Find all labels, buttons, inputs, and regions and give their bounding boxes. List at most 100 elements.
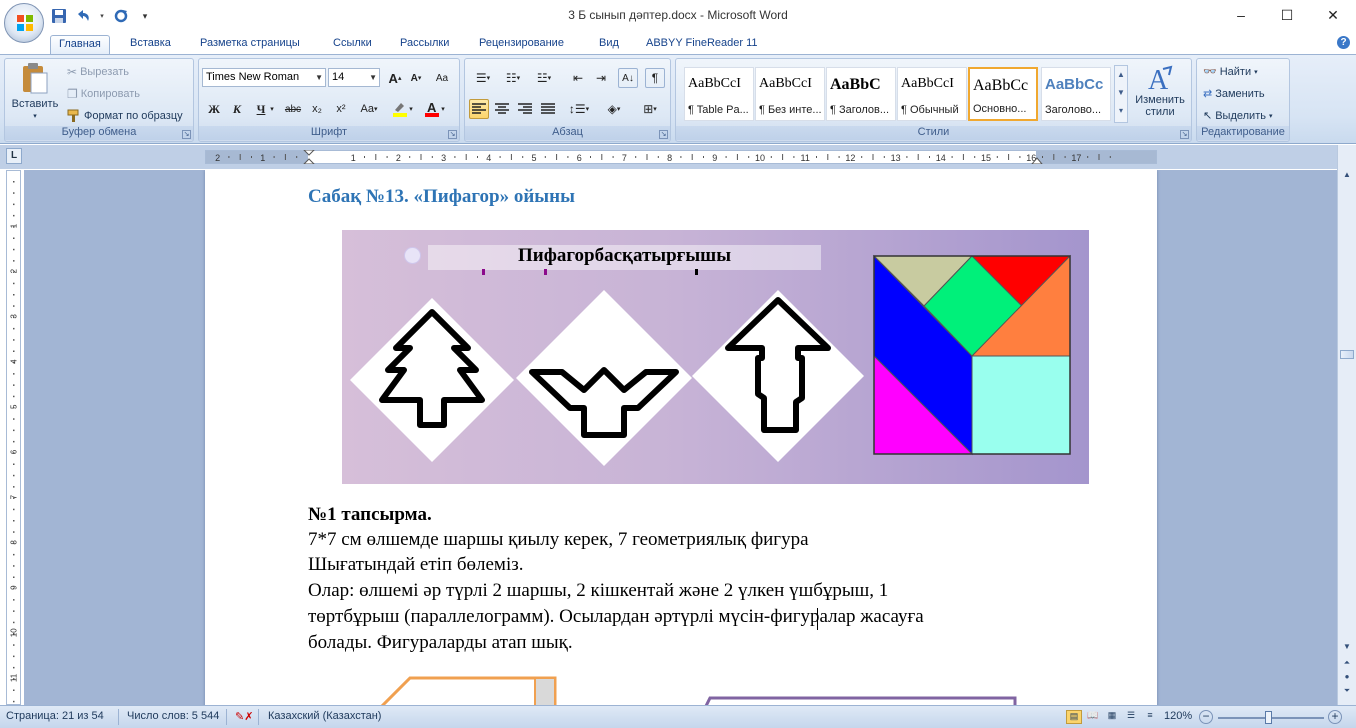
text-cursor <box>817 608 818 630</box>
next-page-icon[interactable]: ⏷ <box>1341 685 1353 697</box>
document-page[interactable]: Сабақ №13. «Пифагор» ойыны Пифагорбасқат… <box>205 170 1157 705</box>
zoom-slider-thumb[interactable] <box>1265 711 1272 724</box>
prev-page-icon[interactable]: ⏶ <box>1341 657 1353 669</box>
copy-icon: ❐ <box>67 87 78 101</box>
style-preview: AaBbCc <box>1045 76 1104 93</box>
grow-font-button[interactable]: A ▴ <box>385 68 405 88</box>
bullets-icon: ☰ <box>475 71 487 85</box>
copy-button[interactable]: ❐ Копировать <box>67 87 140 101</box>
align-left-button[interactable] <box>469 99 489 119</box>
full-screen-reading-icon[interactable]: 📖 <box>1085 710 1101 724</box>
vertical-ruler-tick <box>13 339 15 341</box>
right-indent-marker-icon[interactable] <box>1031 156 1043 164</box>
style-table-paragraph[interactable]: AaBbCcI ¶ Table Pa... <box>684 67 754 121</box>
outline-icon[interactable]: ☰ <box>1123 710 1139 724</box>
vertical-ruler-tick <box>13 576 15 578</box>
change-styles-button[interactable]: A Изменить стили <box>1132 63 1188 118</box>
increase-indent-button[interactable]: ⇥ <box>591 68 611 88</box>
style-heading-1[interactable]: AaBbC ¶ Заголов... <box>826 67 896 121</box>
subscript-button[interactable]: x₂ <box>307 99 327 119</box>
font-color-button[interactable]: A ▾ <box>421 99 447 119</box>
underline-dropdown-icon[interactable]: ▾ <box>267 99 277 119</box>
superscript-button[interactable]: x² <box>331 99 351 119</box>
vertical-ruler-number: 10 <box>10 628 19 637</box>
italic-button[interactable]: К <box>227 99 247 119</box>
clear-format-button[interactable]: Aa <box>432 68 452 88</box>
language-indicator[interactable]: Казахский (Казахстан) <box>268 710 381 722</box>
style-normal[interactable]: AaBbCcI ¶ Обычный <box>897 67 967 121</box>
styles-scroll[interactable]: ▲ ▼ ▾ <box>1114 65 1128 123</box>
style-preview: AaBbC <box>830 76 881 93</box>
web-layout-icon[interactable]: ▦ <box>1104 710 1120 724</box>
tab-view[interactable]: Вид <box>591 35 627 54</box>
align-center-button[interactable] <box>492 99 512 119</box>
paragraph-launcher-icon[interactable]: ↘ <box>659 130 668 139</box>
styles-launcher-icon[interactable]: ↘ <box>1180 130 1189 139</box>
change-case-button[interactable]: Aa ▾ <box>356 99 382 119</box>
paste-button[interactable]: Вставить ▾ <box>8 62 62 126</box>
bullets-button[interactable]: ☰ ▾ <box>469 68 497 88</box>
numbering-button[interactable]: ☷ ▾ <box>499 68 527 88</box>
close-button[interactable]: ✕ <box>1310 0 1356 30</box>
zoom-level[interactable]: 120% <box>1164 710 1192 722</box>
cut-button[interactable]: ✂ Вырезать <box>67 65 129 79</box>
tab-insert[interactable]: Вставка <box>122 35 179 54</box>
multilevel-list-button[interactable]: ☳ ▾ <box>529 68 559 88</box>
horizontal-ruler[interactable]: 2 1 1 2 3 4 5 6 7 8 9 10 11 12 13 14 15 16 17 <box>205 150 1157 164</box>
scroll-thumb[interactable] <box>1340 350 1354 359</box>
bold-button[interactable]: Ж <box>204 99 224 119</box>
puzzle-image[interactable]: Пифагорбасқатырғышы <box>342 230 1089 484</box>
highlight-button[interactable]: ▾ <box>389 99 415 119</box>
clipboard-launcher-icon[interactable]: ↘ <box>182 130 191 139</box>
justify-button[interactable] <box>538 99 558 119</box>
font-launcher-icon[interactable]: ↘ <box>448 130 457 139</box>
tab-review[interactable]: Рецензирование <box>471 35 572 54</box>
view-buttons: ▤ 📖 ▦ ☰ ≡ <box>1066 710 1158 724</box>
maximize-button[interactable]: ☐ <box>1264 0 1310 30</box>
print-layout-icon[interactable]: ▤ <box>1066 710 1082 724</box>
page-counter[interactable]: Страница: 21 из 54 <box>6 710 104 722</box>
zoom-in-icon[interactable]: + <box>1328 710 1342 724</box>
vertical-ruler-tick <box>13 452 15 454</box>
sort-button[interactable]: A↓ <box>618 68 638 88</box>
zoom-out-icon[interactable]: − <box>1199 710 1213 724</box>
scroll-down-icon[interactable]: ▼ <box>1341 641 1353 653</box>
draft-icon[interactable]: ≡ <box>1142 710 1158 724</box>
office-button[interactable] <box>4 3 44 43</box>
tab-stop-selector[interactable]: L <box>6 148 22 164</box>
style-preview: AaBbCcI <box>901 76 954 91</box>
help-icon[interactable]: ? <box>1337 36 1350 49</box>
word-count[interactable]: Число слов: 5 544 <box>127 710 219 722</box>
style-heading-2[interactable]: AaBbCc Заголово... <box>1041 67 1111 121</box>
minimize-button[interactable]: – <box>1218 0 1264 30</box>
spellcheck-icon[interactable]: ✎✗ <box>235 710 253 723</box>
style-body-text[interactable]: AaBbCc Основно... <box>968 67 1038 121</box>
line-spacing-button[interactable]: ↕☰ ▾ <box>565 99 593 119</box>
tab-references[interactable]: Ссылки <box>325 35 380 54</box>
tab-abbyy[interactable]: ABBYY FineReader 11 <box>638 35 766 54</box>
font-name-combo[interactable]: Times New Roman ▼ <box>202 68 326 87</box>
format-painter-button[interactable]: Формат по образцу <box>67 109 183 123</box>
style-no-spacing[interactable]: AaBbCcI ¶ Без инте... <box>755 67 825 121</box>
replace-button[interactable]: ⇄ Заменить <box>1203 87 1265 101</box>
replace-icon: ⇄ <box>1203 88 1213 100</box>
indent-marker-icon[interactable] <box>303 150 315 164</box>
browse-object-icon[interactable]: ● <box>1341 671 1353 683</box>
strikethrough-button[interactable]: abc <box>283 99 303 119</box>
select-button[interactable]: ↖ Выделить ▾ <box>1203 109 1272 123</box>
vertical-ruler[interactable]: 1 2 3 4 5 6 7 8 9 10 11 <box>6 170 21 705</box>
decrease-indent-button[interactable]: ⇤ <box>568 68 588 88</box>
font-size-combo[interactable]: 14 ▼ <box>328 68 380 87</box>
shading-button[interactable]: ◈ ▾ <box>599 99 629 119</box>
show-marks-button[interactable]: ¶ <box>645 68 665 88</box>
tab-mailings[interactable]: Рассылки <box>392 35 457 54</box>
find-button[interactable]: 👓 Найти ▾ <box>1203 65 1258 79</box>
svg-text:A: A <box>427 100 437 115</box>
align-right-button[interactable] <box>515 99 535 119</box>
tab-page-layout[interactable]: Разметка страницы <box>192 35 308 54</box>
vertical-scrollbar[interactable]: ▲ ▼ ⏶ ● ⏷ <box>1337 145 1356 705</box>
borders-button[interactable]: ⊞ ▾ <box>635 99 665 119</box>
shrink-font-button[interactable]: A ▾ <box>406 68 426 88</box>
tab-home[interactable]: Главная <box>50 35 110 54</box>
scroll-up-icon[interactable]: ▲ <box>1341 169 1353 181</box>
